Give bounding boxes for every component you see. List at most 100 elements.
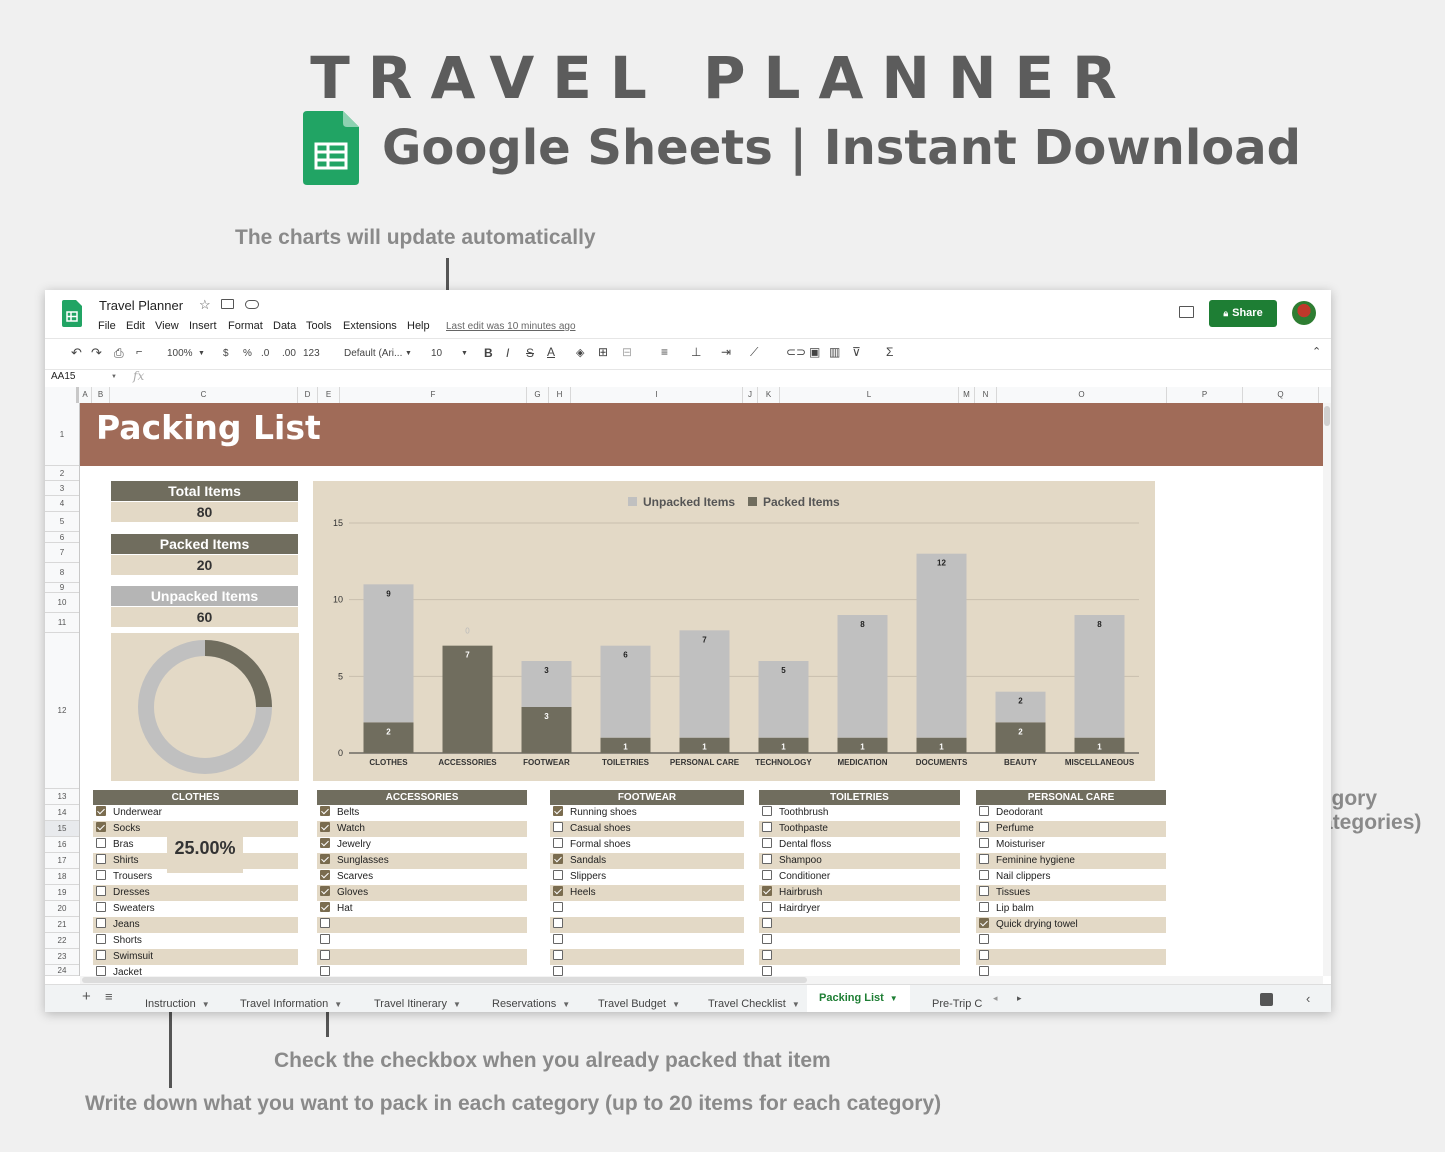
item-label[interactable]: Underwear: [113, 807, 162, 818]
menu-format[interactable]: Format: [228, 320, 263, 332]
italic-button[interactable]: I: [506, 346, 509, 360]
item-label[interactable]: Shampoo: [779, 855, 822, 866]
item-label[interactable]: Trousers: [113, 871, 152, 882]
checkbox-unchecked[interactable]: [553, 822, 563, 833]
row-header-8[interactable]: 8: [45, 563, 79, 583]
item-label[interactable]: Formal shoes: [570, 839, 631, 850]
packed-items-value[interactable]: 20: [111, 555, 298, 575]
checkbox-unchecked[interactable]: [96, 966, 106, 977]
item-label[interactable]: Lip balm: [996, 903, 1034, 914]
row-header-21[interactable]: 21: [45, 917, 79, 933]
paint-format-icon[interactable]: ⌐: [136, 346, 142, 358]
checkbox-unchecked[interactable]: [96, 902, 106, 913]
row-header-15[interactable]: 15: [45, 821, 79, 837]
item-label[interactable]: Feminine hygiene: [996, 855, 1075, 866]
bold-button[interactable]: B: [484, 346, 493, 360]
tab-pre-trip-c[interactable]: Pre-Trip C: [932, 998, 982, 1010]
checkbox-unchecked[interactable]: [979, 934, 989, 945]
row-header-2[interactable]: 2: [45, 466, 79, 481]
checkbox-unchecked[interactable]: [979, 854, 989, 865]
menu-insert[interactable]: Insert: [189, 320, 217, 332]
checkbox-checked[interactable]: [553, 854, 563, 865]
tab-scroll-right-icon[interactable]: ▸: [1017, 993, 1022, 1004]
row-header-6[interactable]: 6: [45, 532, 79, 543]
checkbox-unchecked[interactable]: [979, 902, 989, 913]
tab-menu-chevron-down-icon[interactable]: ▼: [792, 1000, 800, 1009]
item-label[interactable]: Heels: [570, 887, 596, 898]
row-header-23[interactable]: 23: [45, 949, 79, 965]
item-label[interactable]: Nail clippers: [996, 871, 1050, 882]
column-header-d[interactable]: D: [298, 387, 318, 403]
row-header-11[interactable]: 11: [45, 613, 79, 633]
checkbox-unchecked[interactable]: [979, 806, 989, 817]
packed-donut-chart[interactable]: [111, 633, 299, 781]
column-header-a[interactable]: A: [79, 387, 92, 403]
checkbox-unchecked[interactable]: [979, 822, 989, 833]
row-header-9[interactable]: 9: [45, 583, 79, 593]
item-label[interactable]: Dresses: [113, 887, 150, 898]
item-label[interactable]: Tissues: [996, 887, 1030, 898]
name-box-chevron-down-icon[interactable]: ▼: [111, 374, 117, 380]
column-header-n[interactable]: N: [975, 387, 997, 403]
row-header-18[interactable]: 18: [45, 869, 79, 885]
explore-icon[interactable]: [1260, 993, 1273, 1006]
checkbox-checked[interactable]: [320, 838, 330, 849]
formula-input[interactable]: [157, 370, 1317, 385]
tab-travel-itinerary[interactable]: Travel Itinerary ▼: [374, 998, 461, 1010]
checkbox-unchecked[interactable]: [553, 870, 563, 881]
decrease-decimal-button[interactable]: .0: [261, 348, 269, 359]
column-header-f[interactable]: F: [340, 387, 527, 403]
menu-edit[interactable]: Edit: [126, 320, 145, 332]
tab-menu-chevron-down-icon[interactable]: ▼: [202, 1000, 210, 1009]
item-label[interactable]: Dental floss: [779, 839, 831, 850]
move-folder-icon[interactable]: [221, 299, 234, 309]
row-header-3[interactable]: 3: [45, 481, 79, 496]
text-rotation-icon[interactable]: ⟋: [750, 345, 758, 360]
share-button[interactable]: 🔒︎ Share: [1209, 300, 1277, 327]
category-header[interactable]: PERSONAL CARE: [976, 790, 1166, 805]
doc-title[interactable]: Travel Planner: [99, 298, 183, 313]
category-header[interactable]: FOOTWEAR: [550, 790, 744, 805]
checkbox-unchecked[interactable]: [553, 838, 563, 849]
all-sheets-icon[interactable]: ≡: [105, 989, 113, 1004]
redo-icon[interactable]: ↷: [91, 345, 102, 361]
borders-icon[interactable]: ⊞: [598, 345, 608, 359]
font-select[interactable]: Default (Ari...: [344, 348, 402, 359]
item-label[interactable]: Casual shoes: [570, 823, 631, 834]
checkbox-unchecked[interactable]: [979, 886, 989, 897]
checkbox-unchecked[interactable]: [979, 950, 989, 961]
checkbox-unchecked[interactable]: [553, 950, 563, 961]
tab-menu-chevron-down-icon[interactable]: ▼: [562, 1000, 570, 1009]
collapse-toolbar-icon[interactable]: ⌃: [1312, 345, 1321, 358]
row-header-10[interactable]: 10: [45, 593, 79, 613]
item-label[interactable]: Slippers: [570, 871, 606, 882]
checkbox-unchecked[interactable]: [762, 822, 772, 833]
filter-icon[interactable]: ⊽: [852, 345, 861, 359]
vertical-align-icon[interactable]: ⊥: [691, 345, 701, 359]
checkbox-unchecked[interactable]: [320, 934, 330, 945]
insert-comment-icon[interactable]: ▣: [809, 345, 820, 359]
cloud-status-icon[interactable]: [245, 300, 259, 309]
avatar[interactable]: [1292, 301, 1316, 325]
column-header-b[interactable]: B: [92, 387, 110, 403]
checkbox-checked[interactable]: [320, 806, 330, 817]
checkbox-unchecked[interactable]: [553, 902, 563, 913]
checkbox-unchecked[interactable]: [762, 934, 772, 945]
text-color-button[interactable]: A: [547, 345, 555, 359]
item-label[interactable]: Gloves: [337, 887, 368, 898]
item-label[interactable]: Hat: [337, 903, 353, 914]
item-label[interactable]: Quick drying towel: [996, 919, 1078, 930]
column-header-k[interactable]: K: [758, 387, 780, 403]
increase-decimal-button[interactable]: .00: [282, 348, 296, 359]
row-header-14[interactable]: 14: [45, 805, 79, 821]
font-size-select[interactable]: 10: [431, 348, 442, 359]
item-label[interactable]: Sweaters: [113, 903, 155, 914]
font-size-chevron-down-icon[interactable]: ▼: [461, 350, 468, 357]
row-header-1[interactable]: 1: [45, 403, 79, 466]
tab-packing-list[interactable]: Packing List ▼: [807, 985, 910, 1012]
menu-data[interactable]: Data: [273, 320, 296, 332]
packed-percent-box[interactable]: 25.00%: [167, 833, 243, 873]
tab-menu-chevron-down-icon[interactable]: ▼: [453, 1000, 461, 1009]
insert-link-icon[interactable]: ⊂⊃: [786, 345, 806, 359]
select-all-corner[interactable]: [45, 387, 79, 403]
